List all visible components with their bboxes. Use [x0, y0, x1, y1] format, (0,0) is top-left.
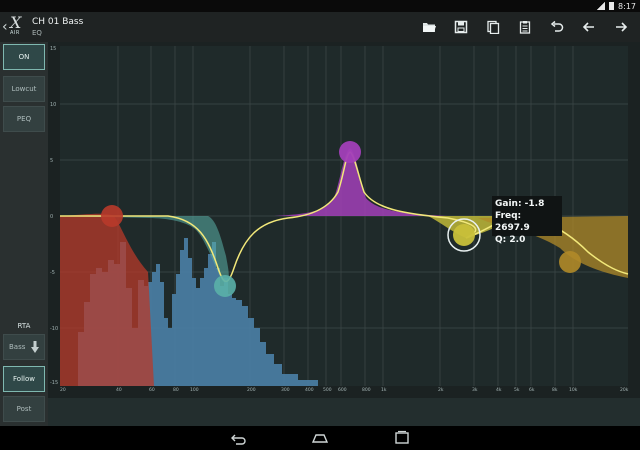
y-tick-label: 10	[50, 102, 57, 108]
folder-open-icon[interactable]	[418, 16, 440, 38]
x-tick-label: 5k	[514, 387, 520, 393]
x-tick-label: 60	[149, 387, 155, 393]
x-tick-label: 400	[305, 387, 314, 393]
nav-back-icon[interactable]	[228, 430, 248, 446]
x-tick-label: 200	[247, 387, 256, 393]
left-panel: ON Lowcut PEQ RTA Bass Follow Post	[0, 42, 48, 426]
x-tick-label: 100	[190, 387, 199, 393]
band5-handle[interactable]	[559, 251, 581, 273]
rta-source-label: Bass	[9, 343, 26, 351]
y-tick-label: -15	[50, 380, 59, 386]
x-tick-label: 6k	[529, 387, 535, 393]
y-tick-label: 15	[50, 46, 57, 52]
x-tick-label: 80	[173, 387, 179, 393]
follow-button[interactable]: Follow	[3, 366, 45, 392]
section-name: EQ	[32, 29, 42, 37]
rta-label: RTA	[17, 322, 31, 330]
band-tooltip: Gain: -1.8 Freq: 2697.9 Q: 2.0	[492, 196, 562, 245]
eq-graph[interactable]: 20 40 60 80 100 200 300 400 500 600 800 …	[48, 42, 640, 398]
rta-source-button[interactable]: Bass	[3, 334, 45, 360]
x-tick-label: 600	[338, 387, 347, 393]
logo-x: X	[10, 13, 22, 32]
post-button[interactable]: Post	[3, 396, 45, 422]
copy-icon[interactable]	[482, 16, 504, 38]
x-axis-labels: 20 40 60 80 100 200 300 400 500 600 800 …	[60, 387, 629, 393]
band2-handle[interactable]	[214, 275, 236, 297]
tooltip-freq: Freq: 2697.9	[495, 211, 530, 233]
app-logo: X AIR	[10, 13, 30, 38]
y-tick-label: 0	[50, 214, 54, 220]
battery-icon	[609, 2, 615, 10]
x-tick-label: 500	[323, 387, 332, 393]
x-tick-label: 300	[281, 387, 290, 393]
y-tick-label: 5	[50, 158, 54, 164]
x-tick-label: 1k	[381, 387, 387, 393]
x-tick-label: 10k	[569, 387, 578, 393]
x-tick-label: 20	[60, 387, 66, 393]
undo-icon[interactable]	[546, 16, 568, 38]
peq-button[interactable]: PEQ	[3, 106, 45, 132]
band1-handle[interactable]	[101, 205, 123, 227]
x-tick-label: 40	[116, 387, 122, 393]
x-tick-label: 3k	[472, 387, 478, 393]
status-bar: 8:17	[0, 0, 640, 12]
arrow-right-icon[interactable]	[610, 16, 632, 38]
tooltip-q: Q: 2.0	[495, 235, 526, 245]
lowcut-button[interactable]: Lowcut	[3, 76, 45, 102]
toolbar	[418, 16, 632, 38]
y-tick-label: -5	[50, 270, 55, 276]
nav-home-icon[interactable]	[310, 430, 330, 446]
bottom-strip	[48, 398, 640, 426]
band3-handle[interactable]	[339, 141, 361, 163]
paste-icon[interactable]	[514, 16, 536, 38]
x-tick-label: 2k	[438, 387, 444, 393]
x-tick-label: 20k	[620, 387, 629, 393]
x-tick-label: 800	[362, 387, 371, 393]
y-tick-label: -10	[50, 326, 59, 332]
band4-handle[interactable]	[453, 224, 475, 246]
x-tick-label: 8k	[552, 387, 558, 393]
status-time: 8:17	[618, 1, 636, 11]
arrow-left-icon[interactable]	[578, 16, 600, 38]
system-nav-bar	[0, 426, 640, 450]
eq-on-button[interactable]: ON	[3, 44, 45, 70]
signal-icon	[597, 2, 606, 10]
channel-name: CH 01 Bass	[32, 17, 84, 27]
save-icon[interactable]	[450, 16, 472, 38]
nav-recents-icon[interactable]	[392, 430, 412, 446]
title-bar: ‹ X AIR CH 01 Bass EQ	[0, 12, 640, 42]
status-icons: 8:17	[597, 0, 636, 12]
tooltip-gain: Gain: -1.8	[495, 199, 545, 209]
x-tick-label: 4k	[496, 387, 502, 393]
arrow-down-icon	[31, 341, 39, 353]
